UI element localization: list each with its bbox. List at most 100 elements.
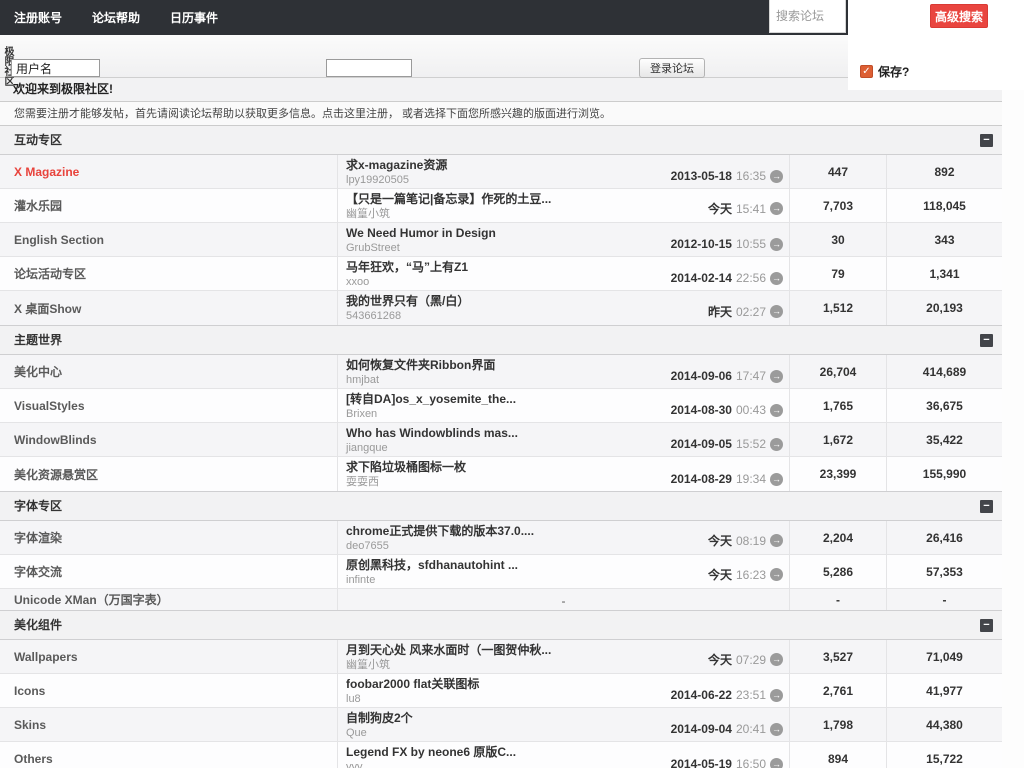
forum-row: Icons foobar2000 flat关联图标 lu8 2014-06-22 23:… xyxy=(0,674,1002,708)
goto-lastpost-arrow-icon[interactable]: → xyxy=(770,169,783,183)
threads-count: 26,704 xyxy=(790,355,887,388)
lastpost-time: 16:35 xyxy=(735,169,766,183)
lastpost-cell: 原创黑科技，sfdhanautohint ... infinte 今天 16:23 → xyxy=(338,555,790,588)
lastpost-time: 23:51 xyxy=(735,688,766,702)
forum-name-link[interactable]: Wallpapers xyxy=(14,650,78,664)
lastpost-time: 19:34 xyxy=(735,472,766,486)
forum-name-link[interactable]: 论坛活动专区 xyxy=(14,265,86,282)
forum-name-link[interactable]: VisualStyles xyxy=(14,399,85,413)
lastpost-cell: 求x-magazine资源 lpy19920505 2013-05-18 16:35 → xyxy=(338,155,790,188)
forum-row: Others Legend FX by neone6 原版C... yyy 2014-… xyxy=(0,742,1002,768)
goto-lastpost-arrow-icon[interactable]: → xyxy=(770,305,783,318)
goto-lastpost-arrow-icon[interactable]: → xyxy=(770,757,783,768)
forum-name-cell: X Magazine xyxy=(0,155,338,188)
threads-count: 7,703 xyxy=(790,189,887,222)
goto-lastpost-arrow-icon[interactable]: → xyxy=(770,403,783,417)
lastpost-time: 22:56 xyxy=(735,271,766,285)
forum-name-link[interactable]: X Magazine xyxy=(14,165,79,179)
threads-count: 79 xyxy=(790,257,887,290)
forum-name-link[interactable]: Others xyxy=(14,752,53,766)
forum-name-cell: VisualStyles xyxy=(0,389,338,422)
lastpost-time: 15:41 xyxy=(735,201,766,216)
posts-count: 892 xyxy=(934,164,955,179)
forum-row: X 桌面Show 我的世界只有（黑/白） 543661268 昨天 02:27 → 1,51… xyxy=(0,291,1002,325)
lastpost-cell: We Need Humor in Design GrubStreet 2012-10… xyxy=(338,223,790,256)
lastpost-cell: [转自DA]os_x_yosemite_the... Brixen 2014-08-… xyxy=(338,389,790,422)
threads-count: 894 xyxy=(790,742,887,768)
forum-name-link[interactable]: Unicode XMan（万国字表） xyxy=(14,591,169,608)
posts-count: 1,341 xyxy=(929,266,960,281)
lastpost-date: 2012-10-15 xyxy=(670,237,732,251)
posts-count: 343 xyxy=(934,232,955,247)
forum-name-cell: X 桌面Show xyxy=(0,291,338,325)
collapse-minus-icon[interactable]: − xyxy=(980,334,993,347)
threads-count: - xyxy=(790,589,887,610)
posts-count: 26,416 xyxy=(926,530,963,545)
posts-count: 57,353 xyxy=(926,564,963,579)
forum-name-link[interactable]: 字体渲染 xyxy=(14,529,62,546)
lastpost-meta: 2014-09-06 17:47 → xyxy=(671,369,783,383)
goto-lastpost-arrow-icon[interactable]: → xyxy=(770,722,783,736)
forum-name-cell: English Section xyxy=(0,223,338,256)
lastpost-date: 今天 xyxy=(707,568,732,582)
lastpost-time: 16:50 xyxy=(735,757,766,768)
nav-link-calendar-events[interactable]: 日历事件 xyxy=(170,9,218,26)
forum-name-link[interactable]: 美化中心 xyxy=(14,363,62,380)
goto-lastpost-arrow-icon[interactable]: → xyxy=(770,653,783,666)
lastpost-date: 2014-09-05 xyxy=(670,437,732,451)
forum-name-cell: 灌水乐园 xyxy=(0,189,338,222)
right-gutter xyxy=(1002,0,1024,768)
goto-lastpost-arrow-icon[interactable]: → xyxy=(770,237,783,251)
remember-checkbox[interactable]: ✓ xyxy=(860,65,873,78)
goto-lastpost-arrow-icon[interactable]: → xyxy=(770,202,783,215)
forum-row: 美化中心 如何恢复文件夹Ribbon界面 hmjbat 2014-09-06 17:47… xyxy=(0,355,1002,389)
advanced-search-button[interactable]: 高级搜索 xyxy=(930,4,988,28)
search-input[interactable] xyxy=(769,0,846,33)
forum-name-link[interactable]: English Section xyxy=(14,233,104,247)
lastpost-cell: 马年狂欢，“马”上有Z1 xxoo 2014-02-14 22:56 → xyxy=(338,257,790,290)
lastpost-cell: 月到天心处 风来水面时（一图贺仲秋... 幽篁小筑 今天 07:29 → xyxy=(338,640,790,673)
forum-name-link[interactable]: Skins xyxy=(14,718,46,732)
lastpost-empty: - xyxy=(338,589,790,610)
forum-row: VisualStyles [转自DA]os_x_yosemite_the... Br… xyxy=(0,389,1002,423)
forum-name-cell: 美化资源悬赏区 xyxy=(0,457,338,491)
forum-name-link[interactable]: 灌水乐园 xyxy=(14,197,62,214)
forum-name-cell: Skins xyxy=(0,708,338,741)
collapse-minus-icon[interactable]: − xyxy=(980,500,993,513)
threads-count: 3,527 xyxy=(790,640,887,673)
lastpost-meta: 2014-09-05 15:52 → xyxy=(671,437,783,451)
forum-row: English Section We Need Humor in Design Gr… xyxy=(0,223,1002,257)
username-input[interactable] xyxy=(11,59,100,77)
forum-name-link[interactable]: 字体交流 xyxy=(14,563,62,580)
goto-lastpost-arrow-icon[interactable]: → xyxy=(770,437,783,451)
forum-name-cell: 论坛活动专区 xyxy=(0,257,338,290)
forum-row: 灌水乐园 【只是一篇笔记|备忘录】作死的土豆... 幽篁小筑 今天 15:41 → 7,70… xyxy=(0,189,1002,223)
search-panel: 高级搜索 ✓ 保存? xyxy=(848,0,1024,90)
nav-link-register[interactable]: 注册账号 xyxy=(14,9,62,26)
forum-name-link[interactable]: Icons xyxy=(14,684,45,698)
lastpost-cell: 【只是一篇笔记|备忘录】作死的土豆... 幽篁小筑 今天 15:41 → xyxy=(338,189,790,222)
forum-name-link[interactable]: WindowBlinds xyxy=(14,433,97,447)
goto-lastpost-arrow-icon[interactable]: → xyxy=(770,369,783,383)
lastpost-date: 2014-09-04 xyxy=(670,722,732,736)
lastpost-time: 02:27 xyxy=(735,304,766,319)
lastpost-cell: foobar2000 flat关联图标 lu8 2014-06-22 23:51 → xyxy=(338,674,790,707)
forum-name-link[interactable]: X 桌面Show xyxy=(14,300,81,317)
lastpost-time: 17:47 xyxy=(735,369,766,383)
lastpost-time: 07:29 xyxy=(735,652,766,667)
lastpost-meta: 2014-08-30 00:43 → xyxy=(671,403,783,417)
goto-lastpost-arrow-icon[interactable]: → xyxy=(770,271,783,285)
login-button[interactable]: 登录论坛 xyxy=(639,58,705,78)
collapse-minus-icon[interactable]: − xyxy=(980,619,993,632)
lastpost-cell: Legend FX by neone6 原版C... yyy 2014-05-19 1… xyxy=(338,742,790,768)
lastpost-date: 2014-08-30 xyxy=(670,403,732,417)
nav-link-forum-help[interactable]: 论坛帮助 xyxy=(92,9,140,26)
collapse-minus-icon[interactable]: − xyxy=(980,134,993,147)
goto-lastpost-arrow-icon[interactable]: → xyxy=(770,568,783,581)
password-input[interactable] xyxy=(326,59,412,77)
goto-lastpost-arrow-icon[interactable]: → xyxy=(770,472,783,486)
forum-name-link[interactable]: 美化资源悬赏区 xyxy=(14,466,98,483)
goto-lastpost-arrow-icon[interactable]: → xyxy=(770,534,783,547)
top-navbar: 注册账号 论坛帮助 日历事件 xyxy=(0,0,848,35)
goto-lastpost-arrow-icon[interactable]: → xyxy=(770,688,783,702)
